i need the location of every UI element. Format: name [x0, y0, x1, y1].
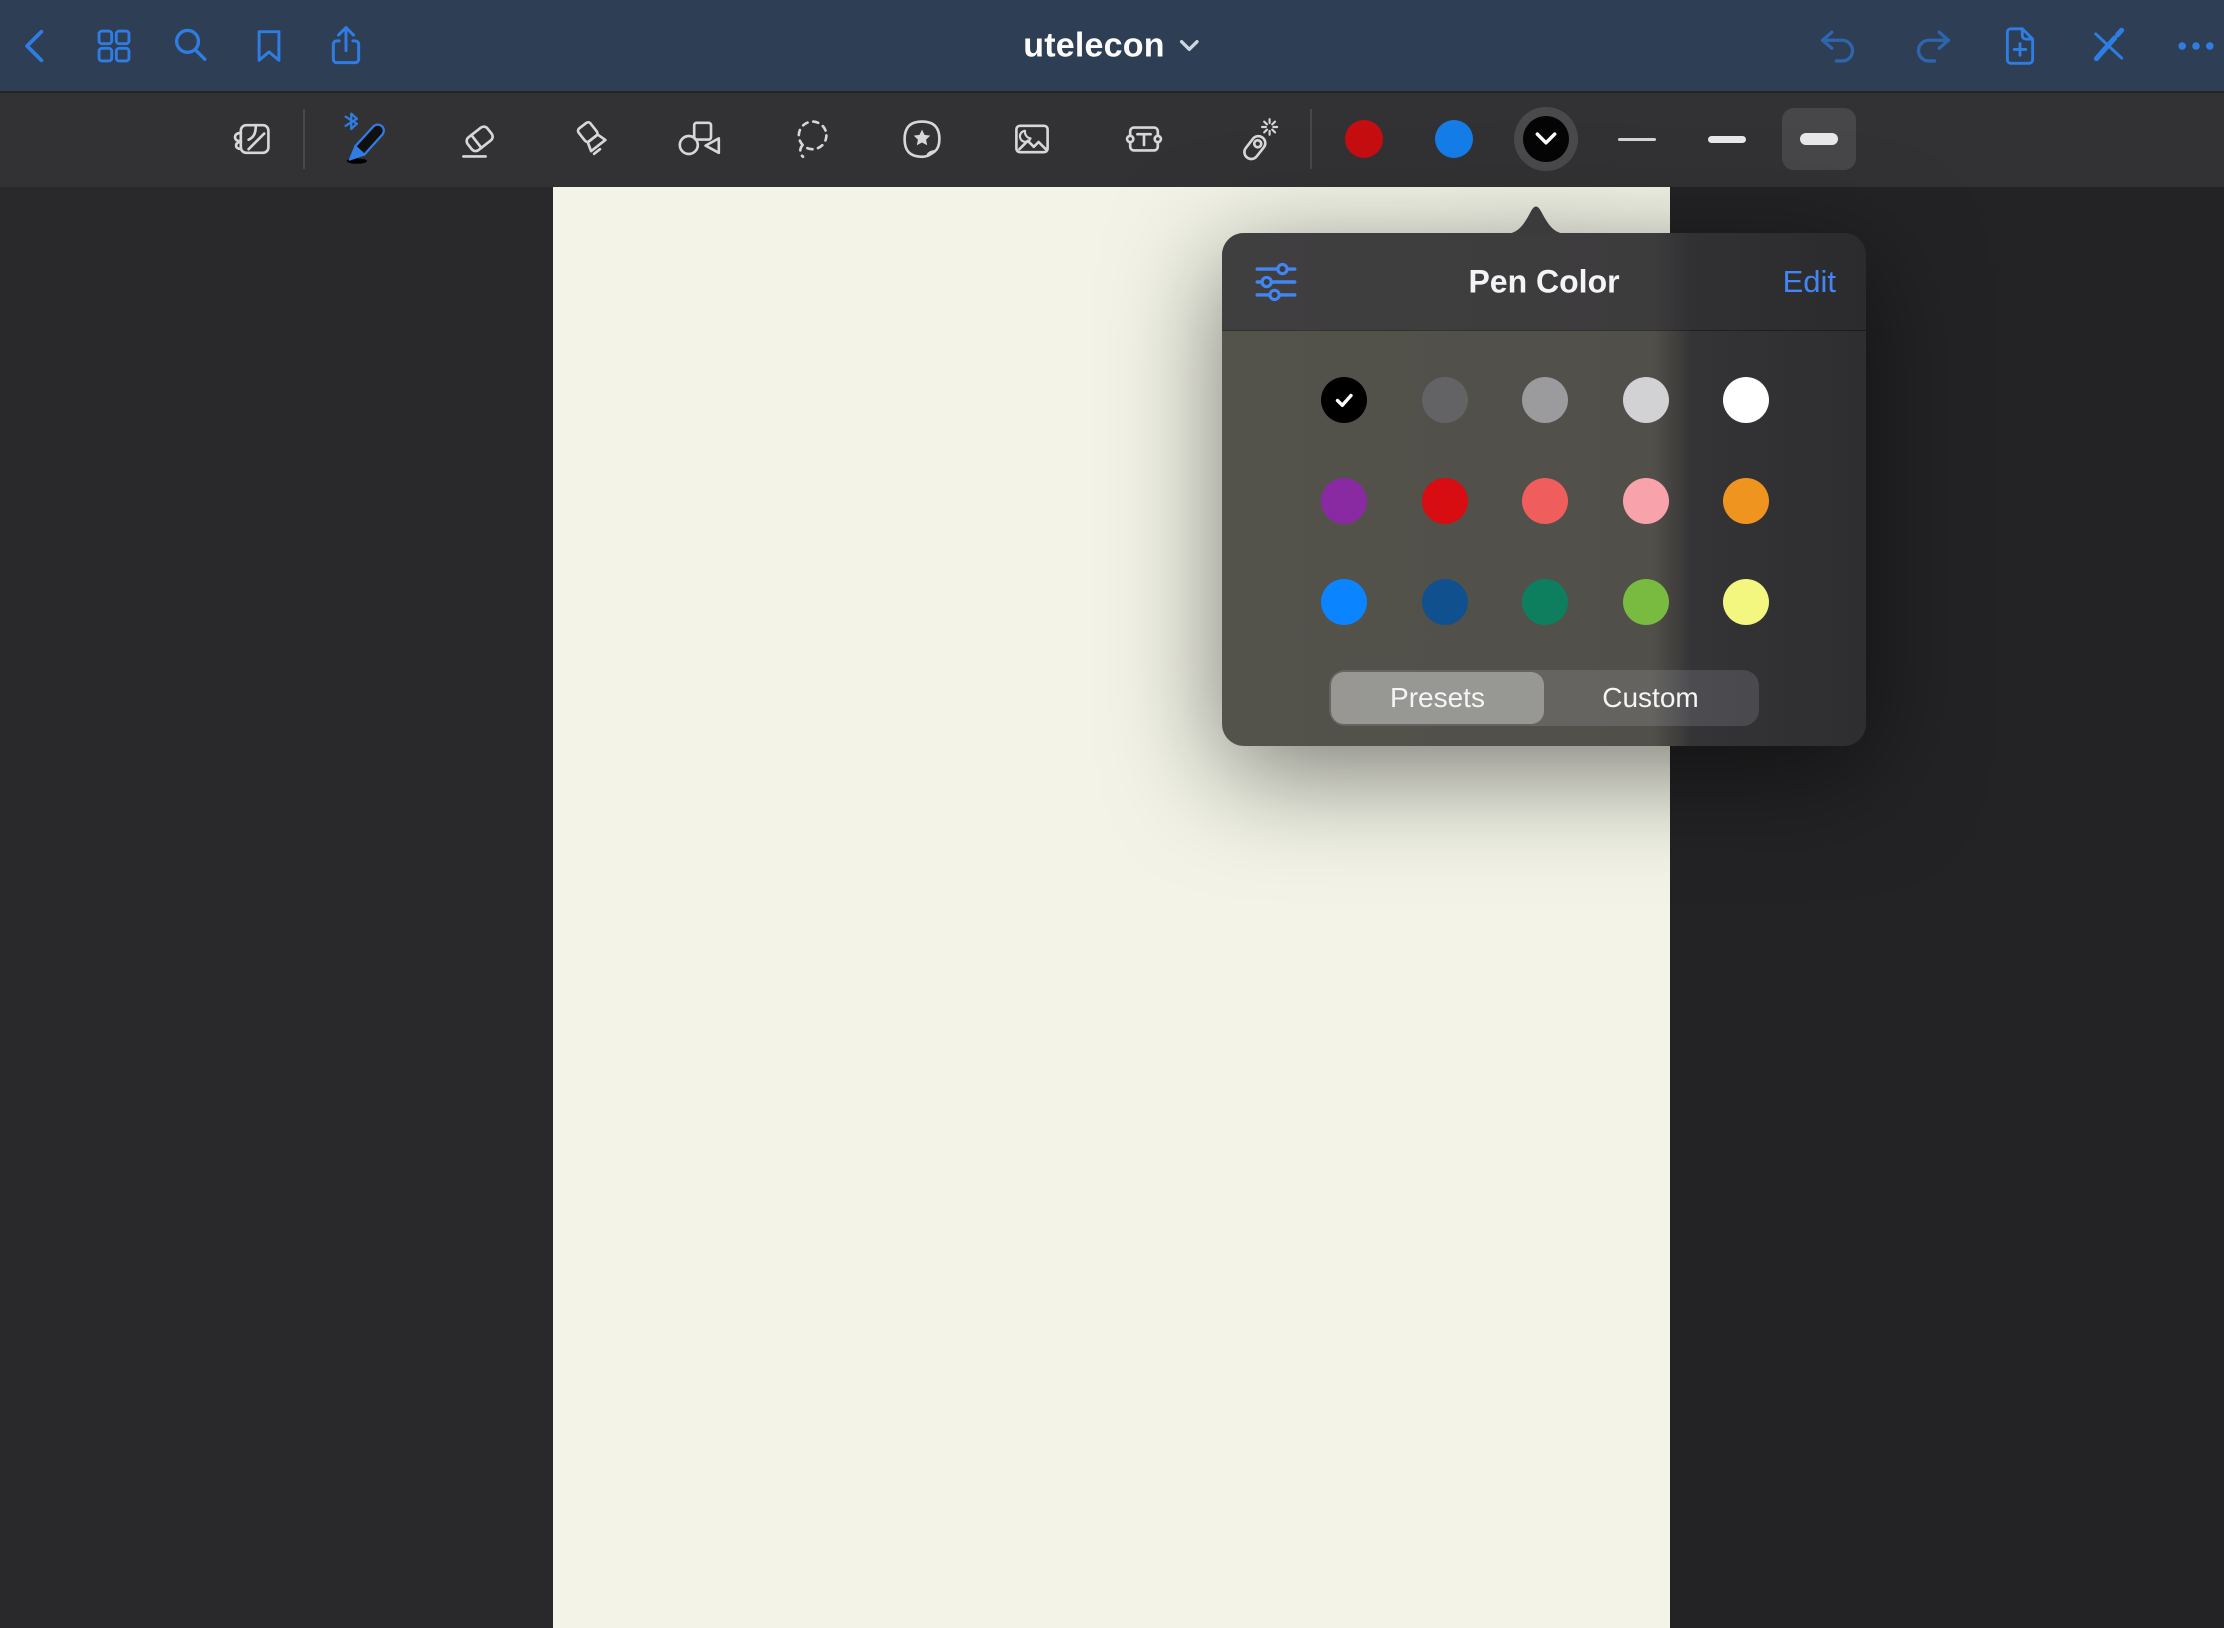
redo-button[interactable]: [1900, 16, 1960, 76]
add-page-icon: [1997, 23, 2043, 69]
chevron-down-icon: [1179, 38, 1201, 54]
color-dot-red[interactable]: [1329, 104, 1399, 174]
edit-colors-button[interactable]: Edit: [1783, 264, 1836, 300]
page-grid-icon: [91, 23, 137, 69]
swatch-green[interactable]: [1522, 579, 1568, 625]
popover-arrow: [1504, 201, 1568, 234]
checkmark-icon: [1331, 387, 1357, 413]
search-icon: [168, 23, 214, 69]
stroke-width-thick[interactable]: [1782, 108, 1856, 170]
bookmark-icon: [247, 24, 291, 68]
more-ellipsis-icon: [2173, 23, 2219, 69]
toolbar-separator: [303, 109, 305, 169]
top-navigation-bar: utelecon: [0, 0, 2224, 91]
highlighter-icon: [568, 115, 616, 163]
swatch-dark-gray[interactable]: [1422, 377, 1468, 423]
swatch-white[interactable]: [1723, 377, 1769, 423]
stroke-bar: [1618, 138, 1656, 141]
tool-eraser-button[interactable]: [441, 101, 517, 177]
pen-settings-button[interactable]: [1248, 254, 1304, 310]
toolbar-separator: [1310, 109, 1312, 169]
swatch-blue[interactable]: [1321, 579, 1367, 625]
undo-button[interactable]: [1811, 16, 1871, 76]
swatch-row: [1321, 478, 1769, 524]
tool-stickers-button[interactable]: [884, 101, 960, 177]
text-icon: [1120, 115, 1168, 163]
stroke-width-thin[interactable]: [1600, 108, 1674, 170]
lasso-icon: [788, 115, 836, 163]
shapes-icon: [675, 115, 723, 163]
canvas-area: [0, 187, 2224, 1628]
tool-laser-pointer-button[interactable]: [1219, 101, 1295, 177]
app-root: utelecon: [0, 0, 2224, 1628]
swatch-purple[interactable]: [1321, 478, 1367, 524]
tool-shapes-button[interactable]: [661, 101, 737, 177]
pen-cross-button[interactable]: [2079, 16, 2139, 76]
redo-icon: [1907, 23, 1953, 69]
page-template-icon: [230, 115, 278, 163]
chevron-down-icon: [1533, 130, 1559, 148]
swatch-navy[interactable]: [1422, 579, 1468, 625]
swatch-pale-yellow[interactable]: [1723, 579, 1769, 625]
swatch-black[interactable]: [1321, 377, 1367, 423]
popover-body: Pen Color Edit Presets Custom: [1222, 233, 1866, 746]
swatch-coral[interactable]: [1522, 478, 1568, 524]
tool-pen-button[interactable]: [329, 101, 405, 177]
pen-settings-sliders-icon: [1253, 259, 1299, 305]
swatch-row: [1321, 377, 1769, 423]
popover-header: Pen Color Edit: [1222, 233, 1866, 330]
pen-color-popover: Pen Color Edit Presets Custom: [1222, 233, 1866, 746]
share-button[interactable]: [316, 16, 376, 76]
back-chevron-icon: [15, 24, 59, 68]
stroke-width-medium[interactable]: [1690, 108, 1764, 170]
tool-image-button[interactable]: [994, 101, 1070, 177]
pen-cross-icon: [2086, 23, 2132, 69]
page-grid-button[interactable]: [84, 16, 144, 76]
swatch-orange[interactable]: [1723, 478, 1769, 524]
color-swatch-circle: [1345, 120, 1383, 158]
back-button[interactable]: [7, 16, 67, 76]
tool-lasso-button[interactable]: [774, 101, 850, 177]
swatch-gray[interactable]: [1522, 377, 1568, 423]
tool-highlighter-button[interactable]: [554, 101, 630, 177]
selected-color-ring: [1514, 107, 1578, 171]
search-button[interactable]: [161, 16, 221, 76]
share-icon: [323, 23, 369, 69]
more-button[interactable]: [2166, 16, 2224, 76]
eraser-icon: [455, 115, 503, 163]
swatch-red[interactable]: [1422, 478, 1468, 524]
swatch-light-gray[interactable]: [1623, 377, 1669, 423]
tab-presets[interactable]: Presets: [1331, 672, 1544, 724]
bluetooth-pen-icon: [340, 112, 394, 166]
stickers-icon: [898, 115, 946, 163]
tool-page-template-button[interactable]: [216, 101, 292, 177]
stroke-bar: [1800, 133, 1838, 145]
swatch-light-green[interactable]: [1623, 579, 1669, 625]
color-dot-black[interactable]: [1511, 104, 1581, 174]
stroke-bar: [1708, 136, 1746, 143]
popover-title: Pen Color: [1468, 263, 1619, 300]
presets-custom-segmented-control: Presets Custom: [1329, 670, 1759, 726]
drawing-toolbar: [0, 91, 2224, 187]
tab-custom[interactable]: Custom: [1544, 672, 1757, 724]
document-title: utelecon: [1023, 26, 1164, 65]
swatch-row: [1321, 579, 1769, 625]
color-grid: [1321, 377, 1769, 625]
undo-icon: [1818, 23, 1864, 69]
color-dot-blue[interactable]: [1419, 104, 1489, 174]
add-page-button[interactable]: [1990, 16, 2050, 76]
document-title-button[interactable]: utelecon: [1023, 26, 1200, 65]
tool-text-button[interactable]: [1106, 101, 1182, 177]
laser-pointer-icon: [1233, 115, 1281, 163]
bookmark-button[interactable]: [239, 16, 299, 76]
image-icon: [1008, 115, 1056, 163]
color-swatch-circle: [1435, 120, 1473, 158]
swatch-pink[interactable]: [1623, 478, 1669, 524]
